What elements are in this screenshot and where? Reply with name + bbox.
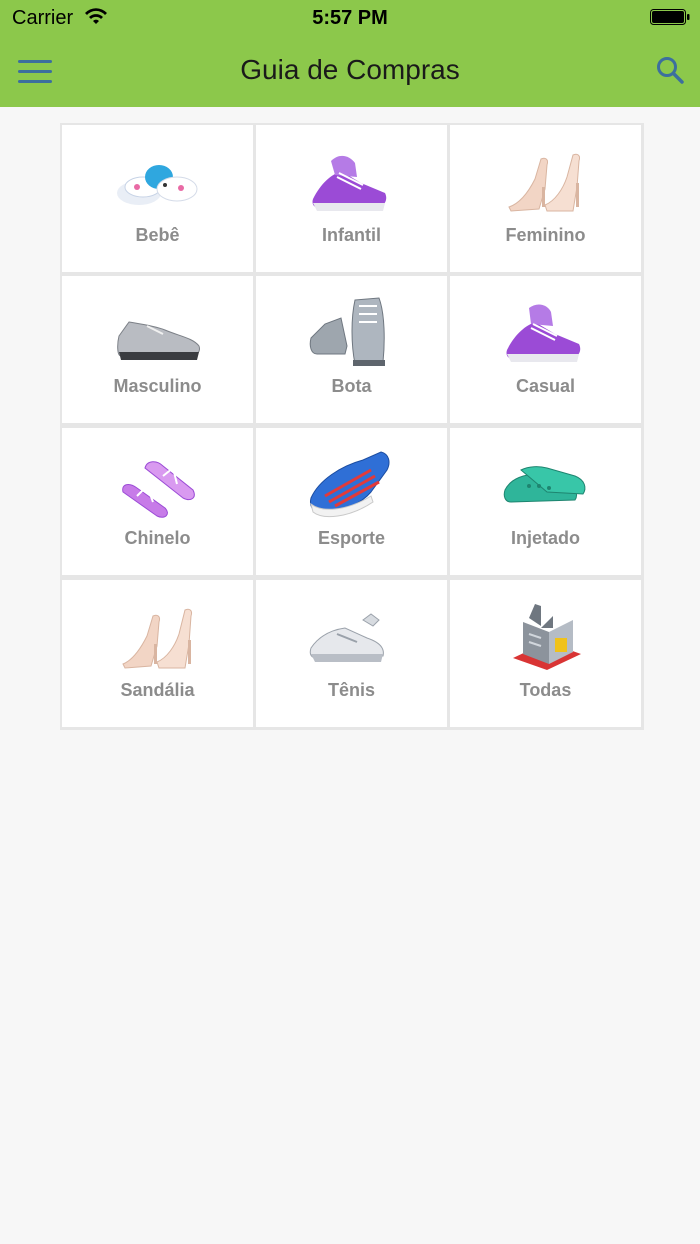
category-injetado[interactable]: Injetado xyxy=(450,428,641,575)
category-label: Todas xyxy=(519,680,572,700)
category-todas[interactable]: Todas xyxy=(450,580,641,727)
category-bebe[interactable]: Bebê xyxy=(62,125,253,272)
sandal-heel-icon xyxy=(122,608,192,669)
category-label: Tênis xyxy=(327,680,375,700)
category-infantil[interactable]: Infantil xyxy=(256,125,447,272)
dress-shoe-icon xyxy=(117,321,200,360)
category-label: Casual xyxy=(515,376,576,396)
baby-shoe-icon xyxy=(117,165,198,205)
app-header: Carrier 5:57 PM Guia de Compras xyxy=(0,0,700,107)
injected-shoe-icon xyxy=(503,466,586,503)
clock: 5:57 PM xyxy=(312,7,388,29)
category-bota[interactable]: Bota xyxy=(256,276,447,423)
high-heel-icon xyxy=(508,153,580,212)
category-label: Injetado xyxy=(510,528,580,548)
sport-shoe-icon xyxy=(310,451,390,518)
category-sandalia[interactable]: Sandália xyxy=(62,580,253,727)
category-label: Bota xyxy=(331,376,372,396)
category-masculino[interactable]: Masculino xyxy=(62,276,253,423)
category-label: Masculino xyxy=(113,376,202,396)
battery-icon xyxy=(650,9,690,25)
category-casual[interactable]: Casual xyxy=(450,276,641,423)
category-label: Bebê xyxy=(135,225,180,245)
search-icon[interactable] xyxy=(652,52,690,90)
category-label: Esporte xyxy=(317,528,386,548)
category-feminino[interactable]: Feminino xyxy=(450,125,641,272)
category-tenis[interactable]: Tênis xyxy=(256,580,447,727)
category-esporte[interactable]: Esporte xyxy=(256,428,447,575)
category-label: Sandália xyxy=(120,680,195,700)
flip-flop-icon xyxy=(122,461,195,518)
casual-sneaker-icon xyxy=(506,304,581,362)
factory-icon xyxy=(513,604,581,670)
tennis-shoe-icon xyxy=(309,613,384,662)
status-bar: Carrier 5:57 PM xyxy=(0,0,700,36)
category-label: Feminino xyxy=(505,225,586,245)
category-label: Chinelo xyxy=(124,528,191,548)
page-title: Guia de Compras xyxy=(240,54,460,85)
boot-icon xyxy=(309,297,385,366)
category-chinelo[interactable]: Chinelo xyxy=(62,428,253,575)
navigation-bar: Guia de Compras xyxy=(0,36,700,107)
purple-sneaker-icon xyxy=(312,155,387,211)
category-label: Infantil xyxy=(322,225,381,245)
category-grid: Bebê Infantil Feminino Masculino Bota Ca… xyxy=(60,123,644,730)
